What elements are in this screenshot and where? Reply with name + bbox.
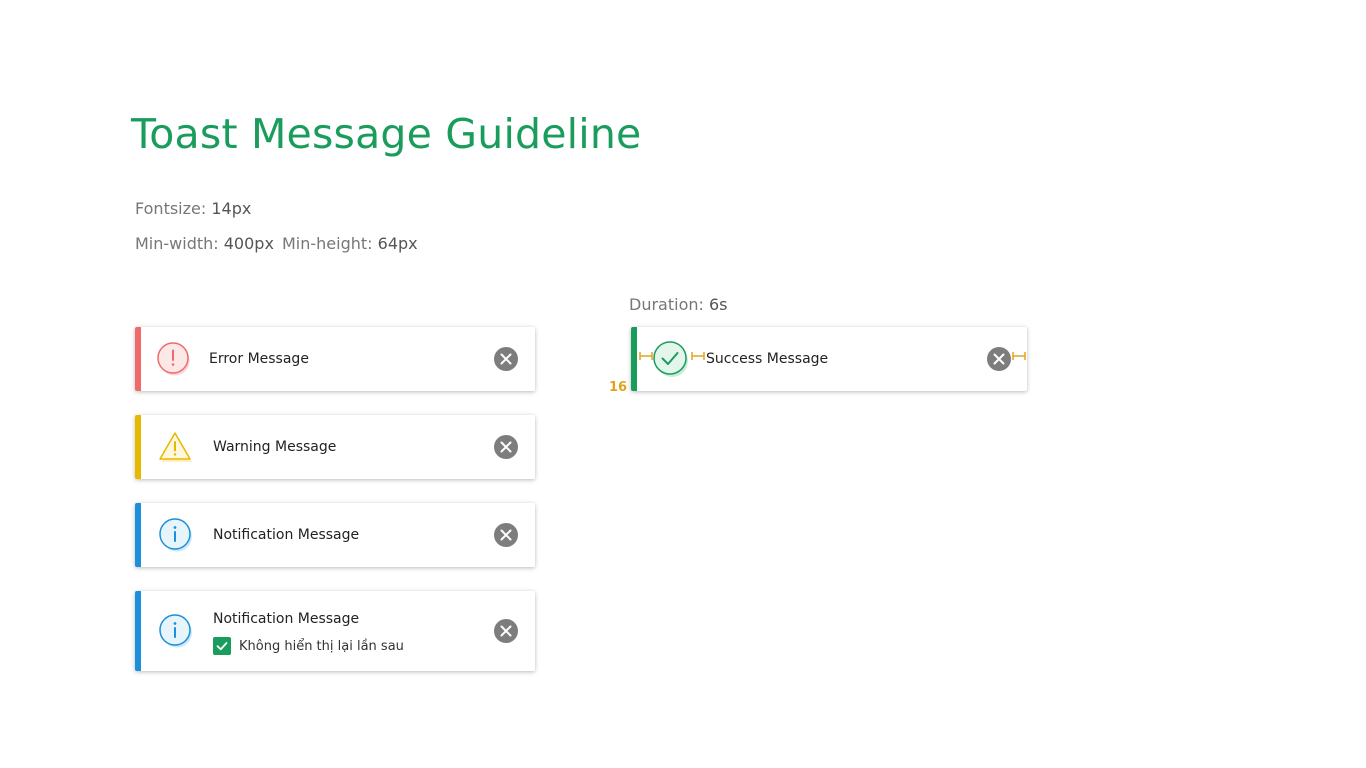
fontsize-label: Fontsize: xyxy=(135,199,207,218)
minheight-spec: Min-height: 64px xyxy=(282,234,418,253)
close-icon[interactable] xyxy=(494,523,518,547)
spacing-marker-icon xyxy=(1012,352,1026,360)
dont-show-again-checkbox[interactable] xyxy=(213,637,231,655)
duration-spec: Duration: 6s xyxy=(629,295,728,314)
warning-message: Warning Message xyxy=(213,439,337,455)
warning-toast: Warning Message xyxy=(135,415,535,479)
page-title: Toast Message Guideline xyxy=(131,110,642,158)
checkmark-icon xyxy=(216,642,228,651)
close-icon[interactable] xyxy=(494,435,518,459)
close-icon[interactable] xyxy=(987,347,1011,371)
duration-label: Duration: xyxy=(629,295,704,314)
dont-show-again-label[interactable]: Không hiển thị lại lần sau xyxy=(239,639,404,654)
spacing-value-label: 16 xyxy=(609,380,628,395)
minwidth-value: 400px xyxy=(223,234,274,253)
notification-checkbox-toast: Notification Message Không hiển thị lại … xyxy=(135,591,535,671)
info-circle-icon xyxy=(159,518,192,552)
error-toast: Error Message xyxy=(135,327,535,391)
notification-accent-bar xyxy=(135,591,141,671)
error-message: Error Message xyxy=(209,351,309,367)
minheight-label: Min-height: xyxy=(282,234,373,253)
notification-message: Notification Message xyxy=(213,611,360,627)
exclamation-circle-icon xyxy=(157,342,190,376)
warning-accent-bar xyxy=(135,415,141,479)
check-circle-icon xyxy=(653,341,688,377)
duration-value: 6s xyxy=(708,295,728,314)
success-message: Success Message xyxy=(706,351,829,367)
close-icon[interactable] xyxy=(494,347,518,371)
fontsize-value: 14px xyxy=(211,199,252,218)
minwidth-spec: Min-width: 400px xyxy=(135,234,274,253)
minheight-value: 64px xyxy=(377,234,418,253)
minwidth-label: Min-width: xyxy=(135,234,219,253)
close-icon[interactable] xyxy=(494,619,518,643)
info-circle-icon xyxy=(159,614,192,648)
fontsize-spec: Fontsize: 14px xyxy=(135,199,251,218)
spacing-marker-icon xyxy=(639,352,653,360)
notification-message: Notification Message xyxy=(213,527,360,543)
success-accent-bar xyxy=(631,327,637,391)
notification-toast: Notification Message xyxy=(135,503,535,567)
warning-triangle-icon xyxy=(159,432,192,462)
notification-accent-bar xyxy=(135,503,141,567)
error-accent-bar xyxy=(135,327,141,391)
spacing-marker-icon xyxy=(691,352,705,360)
